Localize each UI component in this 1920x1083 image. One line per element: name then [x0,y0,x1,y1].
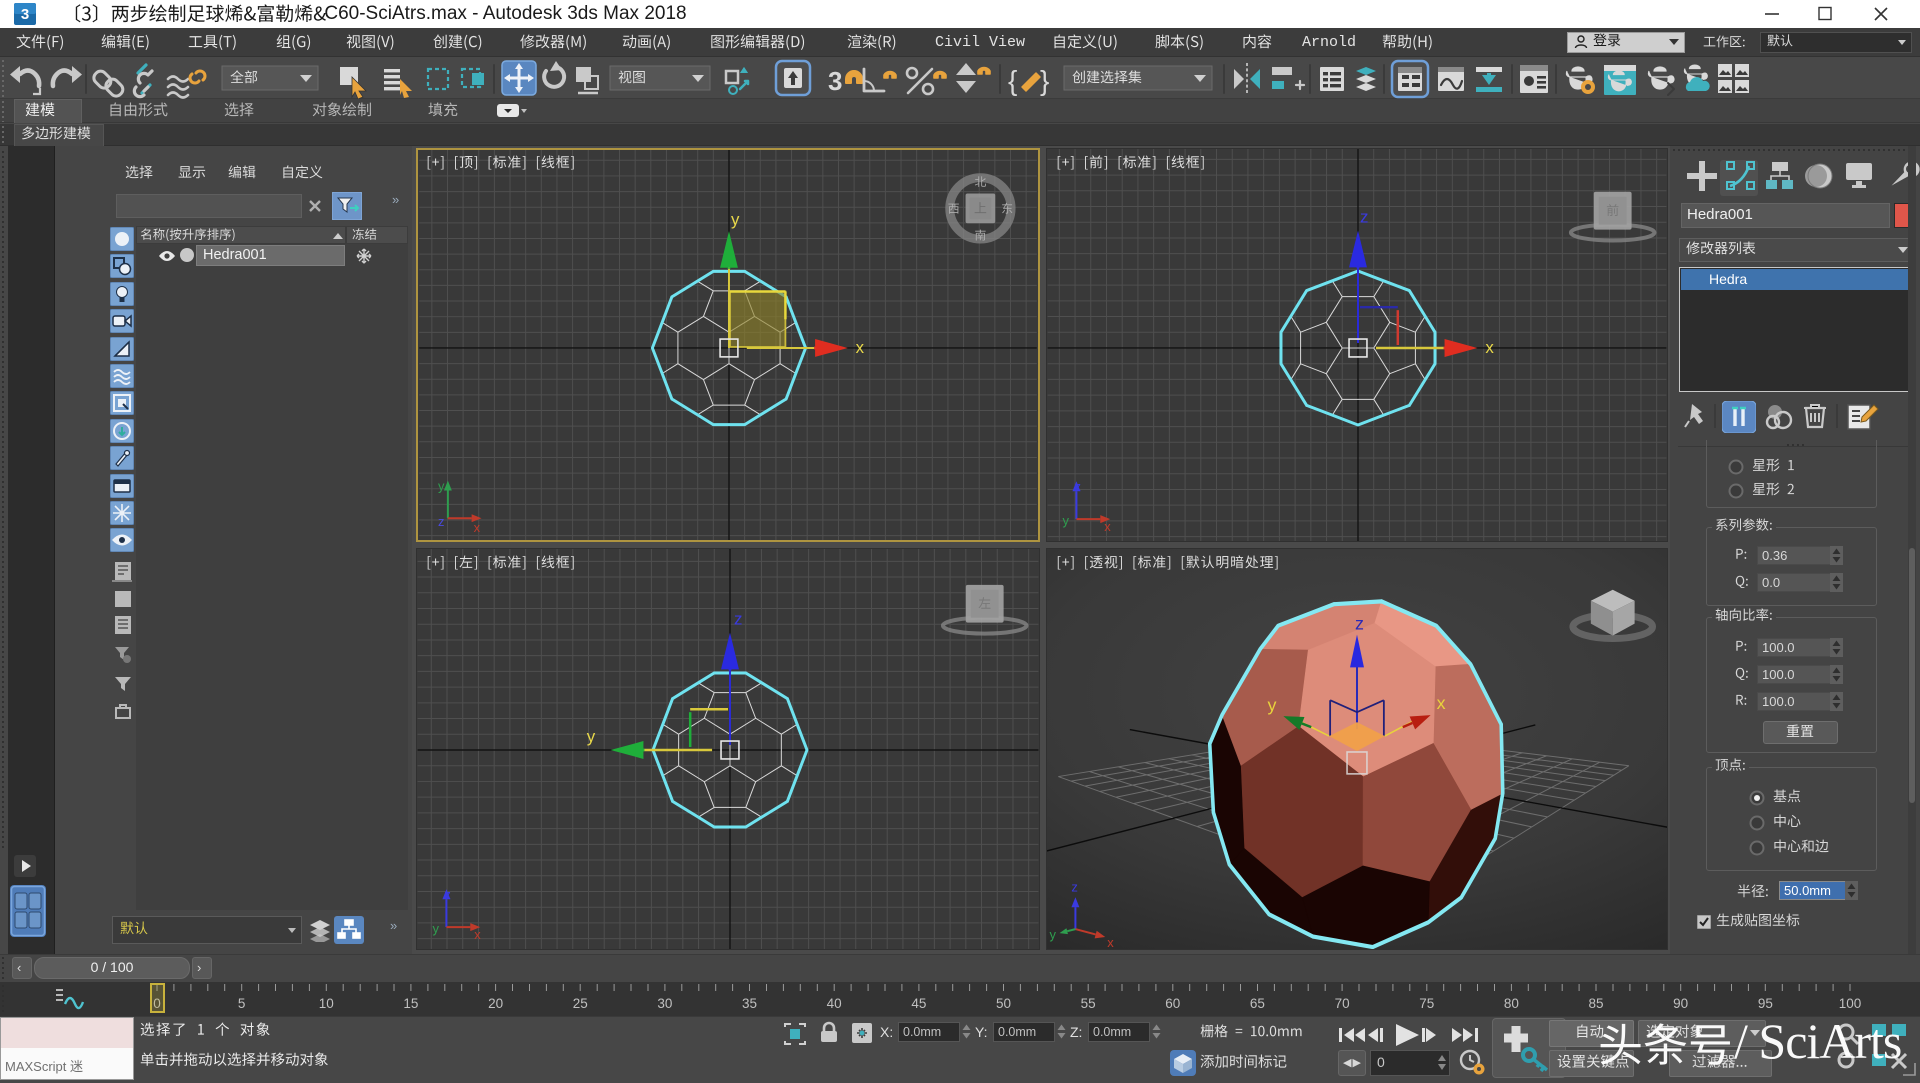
svg-text:x: x [474,927,481,942]
svg-text:y: y [731,210,740,229]
svg-text:x: x [1104,519,1111,534]
svg-text:z: z [438,514,444,529]
svg-text:y: y [1267,695,1276,715]
svg-text:{: { [1008,65,1017,96]
svg-text:z: z [1074,479,1080,494]
svg-text:}: } [1040,65,1049,96]
svg-text:z: z [1355,614,1364,634]
svg-text:z: z [1071,879,1077,894]
svg-text:3: 3 [828,66,842,96]
svg-text:y: y [1063,513,1070,528]
svg-text:x: x [474,520,481,535]
svg-text:y: y [1050,927,1057,942]
svg-text:z: z [444,887,450,902]
svg-text:x: x [856,338,865,357]
svg-text:y: y [432,921,439,936]
svg-text:z: z [1360,208,1368,227]
svg-text:y: y [587,727,596,746]
svg-text:3: 3 [21,6,29,23]
svg-text:x: x [1107,935,1114,949]
svg-text:y: y [438,479,445,494]
svg-text:x: x [1485,338,1494,357]
svg-text:x: x [1437,693,1446,713]
svg-text:z: z [734,610,742,629]
